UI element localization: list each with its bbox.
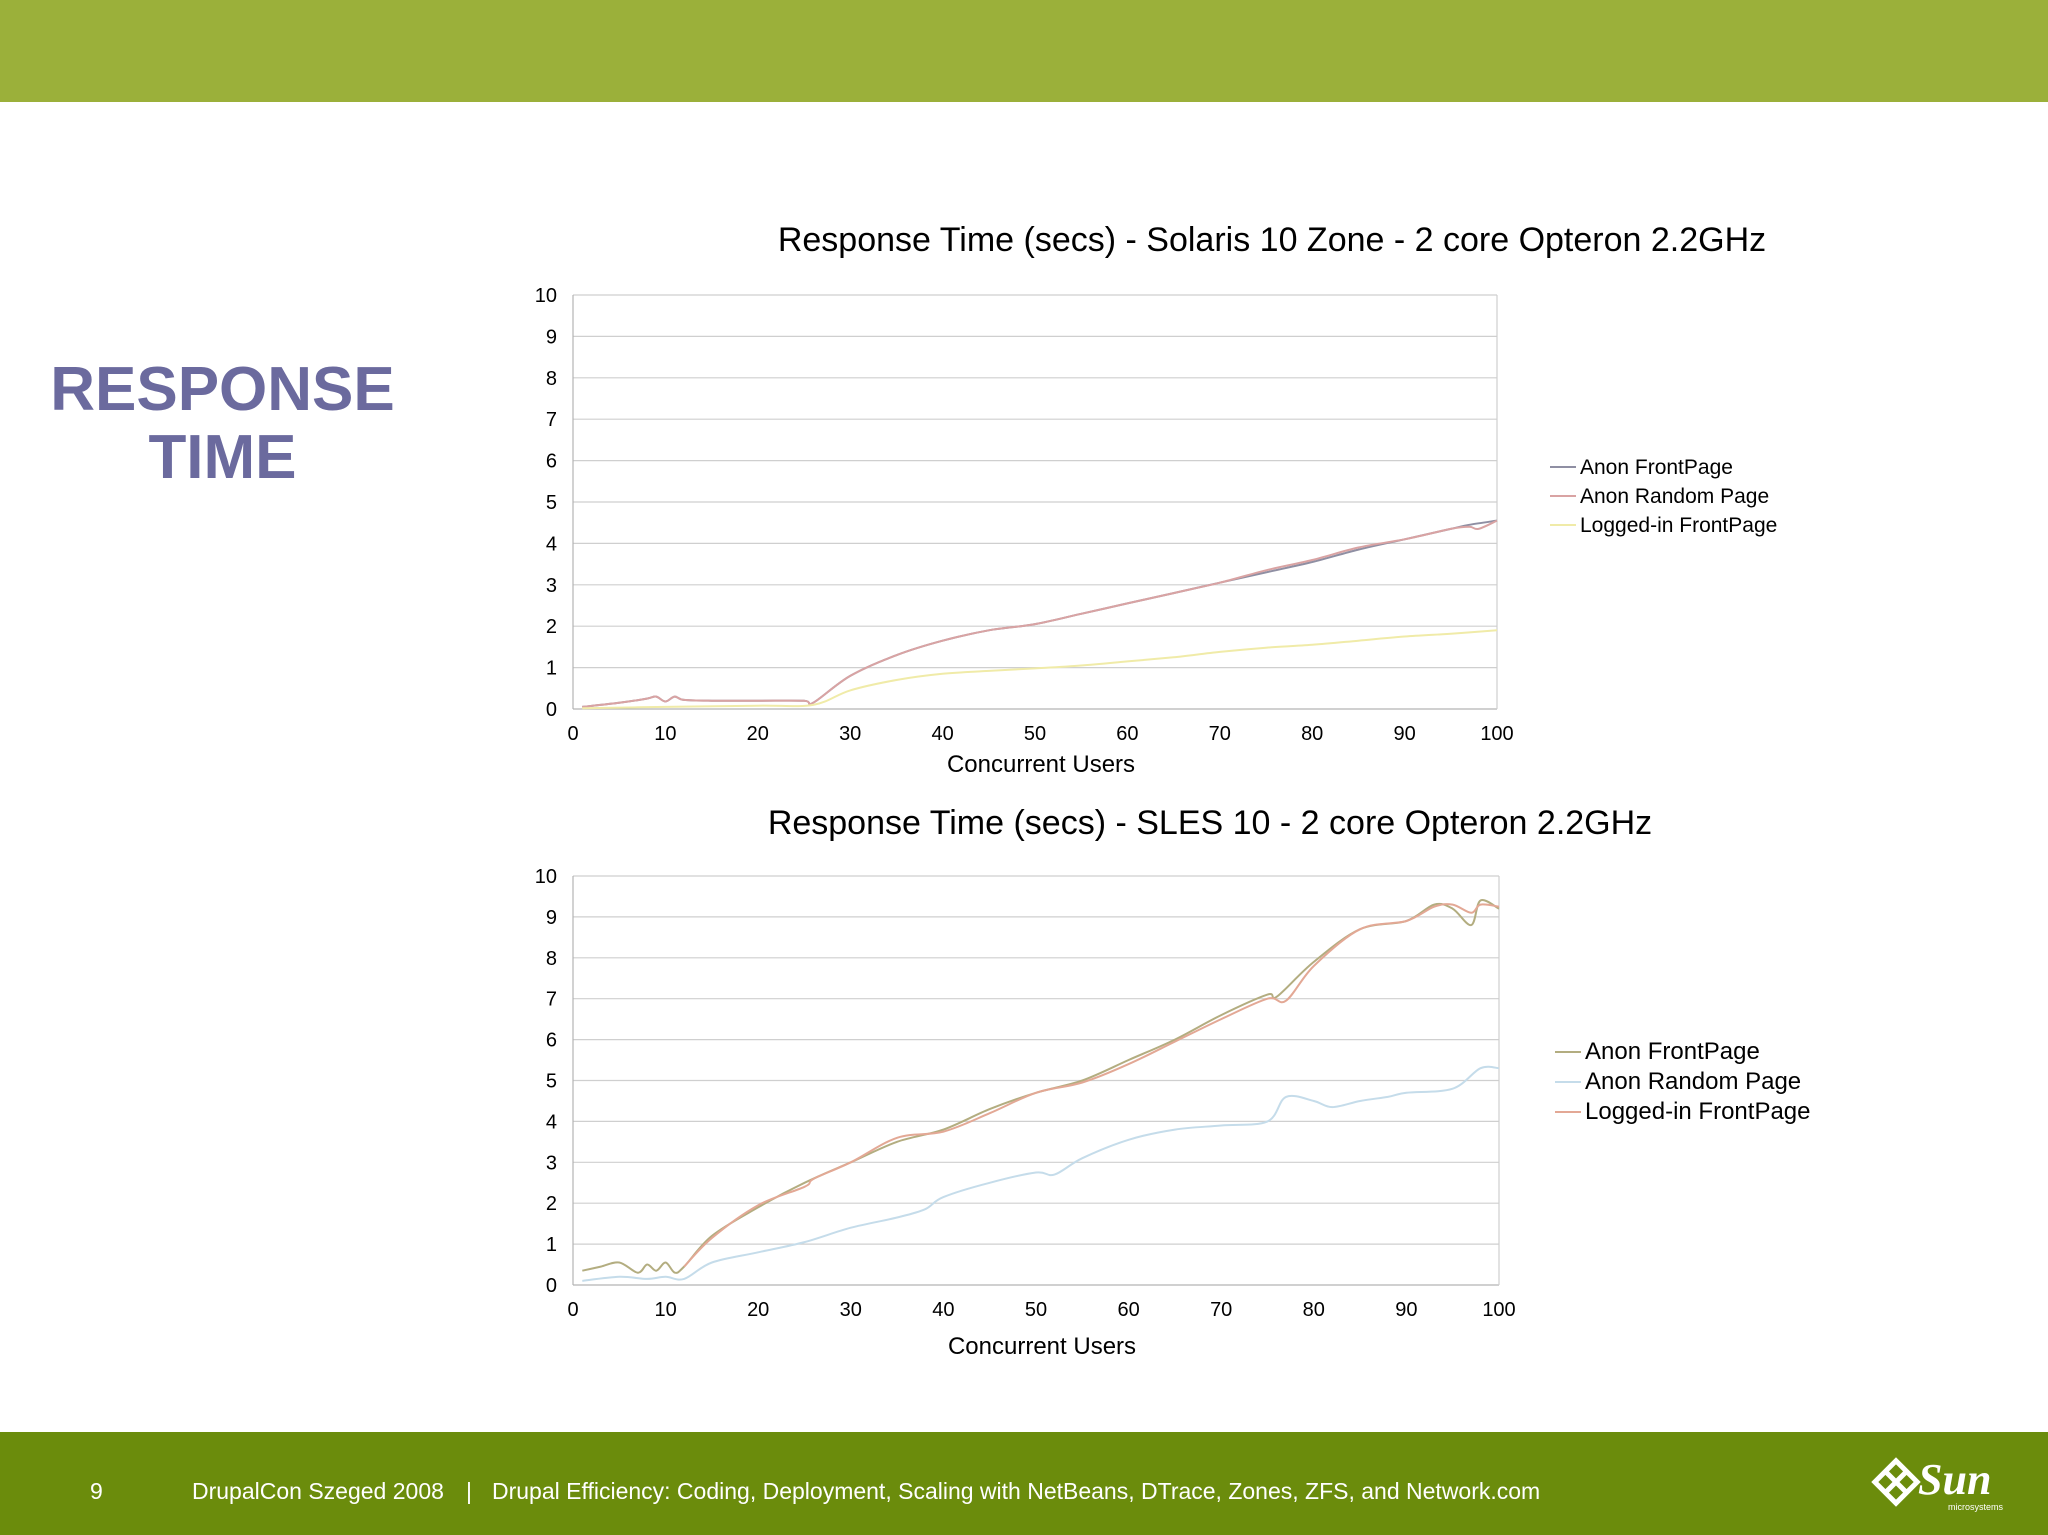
y-tick-label: 5 (546, 1071, 557, 1093)
y-tick-label: 10 (535, 866, 557, 888)
y-tick-label: 7 (546, 989, 557, 1011)
page-number: 9 (90, 1478, 103, 1504)
svg-text:Sun: Sun (1918, 1455, 1991, 1504)
legend-label: Logged-in FrontPage (1585, 1098, 1811, 1125)
x-tick-label: 60 (1117, 1299, 1139, 1321)
x-tick-label: 30 (840, 1299, 862, 1321)
x-tick-label: 20 (747, 1299, 769, 1321)
chart-sles-response-time: Response Time (secs) - SLES 10 - 2 core … (535, 804, 1811, 1360)
y-tick-label: 8 (546, 948, 557, 970)
chart-title: Response Time (secs) - SLES 10 - 2 core … (768, 804, 1652, 842)
footer-event: DrupalCon Szeged 2008 (192, 1478, 444, 1504)
series-line-3 (683, 903, 1500, 1268)
y-tick-label: 9 (546, 907, 557, 929)
footer-talk-title: Drupal Efficiency: Coding, Deployment, S… (492, 1478, 1541, 1504)
svg-text:microsystems: microsystems (1948, 1502, 2004, 1512)
x-tick-label: 80 (1303, 1299, 1325, 1321)
x-tick-label: 40 (932, 1299, 954, 1321)
series-line-1 (582, 899, 1500, 1274)
footer-separator: | (466, 1478, 472, 1504)
x-axis-label: Concurrent Users (948, 1333, 1136, 1360)
x-tick-label: 100 (1482, 1299, 1515, 1321)
y-tick-label: 1 (546, 1234, 557, 1256)
legend-label: Anon FrontPage (1585, 1038, 1760, 1065)
x-tick-label: 70 (1210, 1299, 1232, 1321)
x-tick-label: 90 (1395, 1299, 1417, 1321)
y-tick-label: 0 (546, 1275, 557, 1297)
x-tick-label: 50 (1025, 1299, 1047, 1321)
y-tick-label: 2 (546, 1193, 557, 1215)
x-tick-label: 0 (567, 1299, 578, 1321)
y-tick-label: 3 (546, 1152, 557, 1174)
y-tick-label: 4 (546, 1111, 557, 1133)
sun-microsystems-logo: Sun microsystems (1871, 1455, 2004, 1512)
series-line-2 (582, 1065, 1500, 1282)
legend-label: Anon Random Page (1585, 1068, 1801, 1095)
x-tick-label: 10 (654, 1299, 676, 1321)
y-tick-label: 6 (546, 1030, 557, 1052)
